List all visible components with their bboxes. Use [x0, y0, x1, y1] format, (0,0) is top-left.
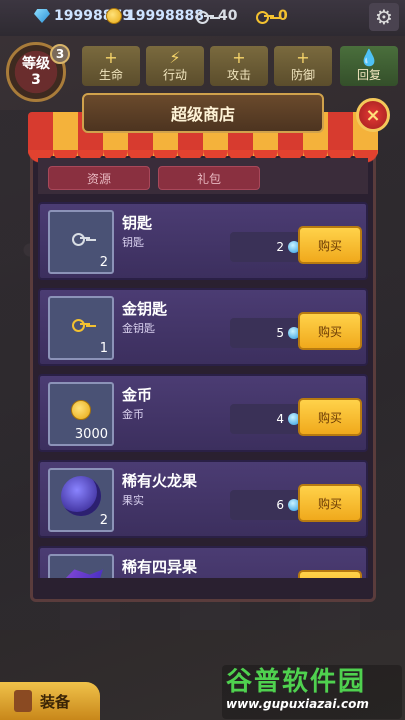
settings-button[interactable]: ⚙ — [369, 3, 399, 31]
buy-button[interactable]: 购买 — [298, 484, 362, 522]
gold-key-counter: 0 — [256, 8, 288, 24]
equip-button[interactable]: 装备 — [0, 682, 100, 720]
shop-title: 超级商店 — [82, 93, 324, 133]
white-key-count: 40 — [218, 8, 238, 24]
item-qty: 1 — [99, 341, 108, 356]
item-slot: 1 — [48, 296, 114, 360]
item-qty: 2 — [99, 513, 108, 528]
item-name: 金钥匙 — [122, 300, 168, 318]
watermark-url: www.gupuxiazai.com — [226, 697, 369, 711]
stat-label: 生命 — [98, 67, 123, 82]
silver-key-icon — [196, 11, 214, 24]
plus-icon: + — [104, 47, 118, 67]
stat-heal-button[interactable]: 💧 回复 — [340, 46, 398, 86]
gem-icon — [34, 9, 50, 23]
item-price: 2 — [230, 232, 306, 262]
tab-packs[interactable]: 礼包 — [158, 166, 260, 190]
shop-item: 稀有四异果 果实 购买 — [38, 546, 368, 578]
berry-icon — [61, 476, 101, 517]
item-desc: 金币 — [122, 408, 144, 421]
shop-item: 1 金钥匙 金钥匙 5 购买 — [38, 288, 368, 366]
gold-key-icon — [72, 319, 90, 333]
drop-icon: 💧 — [359, 47, 379, 67]
item-name: 钥匙 — [122, 214, 153, 232]
backpack-icon — [14, 690, 32, 712]
item-price: 6 — [230, 490, 306, 520]
stat-action-button[interactable]: ⚡ 行动 — [146, 46, 204, 86]
shop-item-list[interactable]: 2 钥匙 钥匙 2 购买 1 金钥匙 金钥匙 5 购买 3000 金币 金币 4 — [34, 196, 372, 578]
plus-icon: + — [296, 47, 310, 67]
coin-count: 19998888 — [126, 8, 204, 24]
stat-label: 行动 — [162, 67, 187, 82]
item-qty: 2 — [99, 255, 108, 270]
price-value: 5 — [276, 326, 284, 340]
level-label: 等级 — [22, 56, 50, 72]
white-key-counter: 40 — [196, 8, 237, 24]
price-value: 2 — [276, 240, 284, 254]
equip-label: 装备 — [40, 692, 71, 711]
buy-button[interactable]: 购买 — [298, 398, 362, 436]
level-value: 3 — [31, 72, 41, 88]
coin-counter: 19998888 — [106, 8, 204, 24]
item-price: 4 — [230, 404, 306, 434]
gear-icon: ⚙ — [375, 5, 393, 29]
lightning-icon: ⚡ — [169, 47, 181, 67]
item-name: 稀有四异果 — [122, 558, 198, 576]
close-icon: × — [365, 104, 381, 126]
price-value: 4 — [276, 412, 284, 426]
stat-hp-button[interactable]: + 生命 — [82, 46, 140, 86]
buy-button[interactable]: 购买 — [298, 312, 362, 350]
shop-item: 2 稀有火龙果 果实 6 购买 — [38, 460, 368, 538]
fruit-icon — [59, 569, 103, 578]
gold-key-count: 0 — [278, 8, 288, 24]
coin-icon — [71, 400, 91, 421]
buy-button[interactable]: 购买 — [298, 226, 362, 264]
stat-label: 回复 — [356, 67, 381, 82]
stat-label: 攻击 — [226, 67, 251, 82]
stat-defense-button[interactable]: + 防御 — [274, 46, 332, 86]
coin-icon — [106, 8, 122, 24]
buy-button[interactable]: 购买 — [298, 570, 362, 578]
stat-label: 防御 — [290, 67, 315, 82]
item-qty: 3000 — [74, 427, 108, 442]
silver-key-icon — [72, 233, 90, 247]
shop-item: 3000 金币 金币 4 购买 — [38, 374, 368, 452]
shop-item: 2 钥匙 钥匙 2 购买 — [38, 202, 368, 280]
item-slot: 3000 — [48, 382, 114, 446]
close-button[interactable]: × — [356, 98, 390, 132]
item-name: 稀有火龙果 — [122, 472, 198, 490]
price-value: 6 — [276, 498, 284, 512]
gold-key-icon — [256, 11, 274, 24]
level-points-badge: 3 — [50, 44, 70, 64]
item-slot: 2 — [48, 468, 114, 532]
item-desc: 钥匙 — [122, 236, 144, 249]
item-slot — [48, 554, 114, 578]
item-desc: 果实 — [122, 494, 144, 507]
item-slot: 2 — [48, 210, 114, 274]
plus-icon: + — [232, 47, 246, 67]
item-desc: 金钥匙 — [122, 322, 155, 335]
tab-resources[interactable]: 资源 — [48, 166, 150, 190]
watermark-title: 谷普软件园 — [226, 667, 367, 697]
item-price: 5 — [230, 318, 306, 348]
watermark: 谷普软件园 www.gupuxiazai.com — [222, 665, 402, 719]
item-name: 金币 — [122, 386, 153, 404]
stat-attack-button[interactable]: + 攻击 — [210, 46, 268, 86]
